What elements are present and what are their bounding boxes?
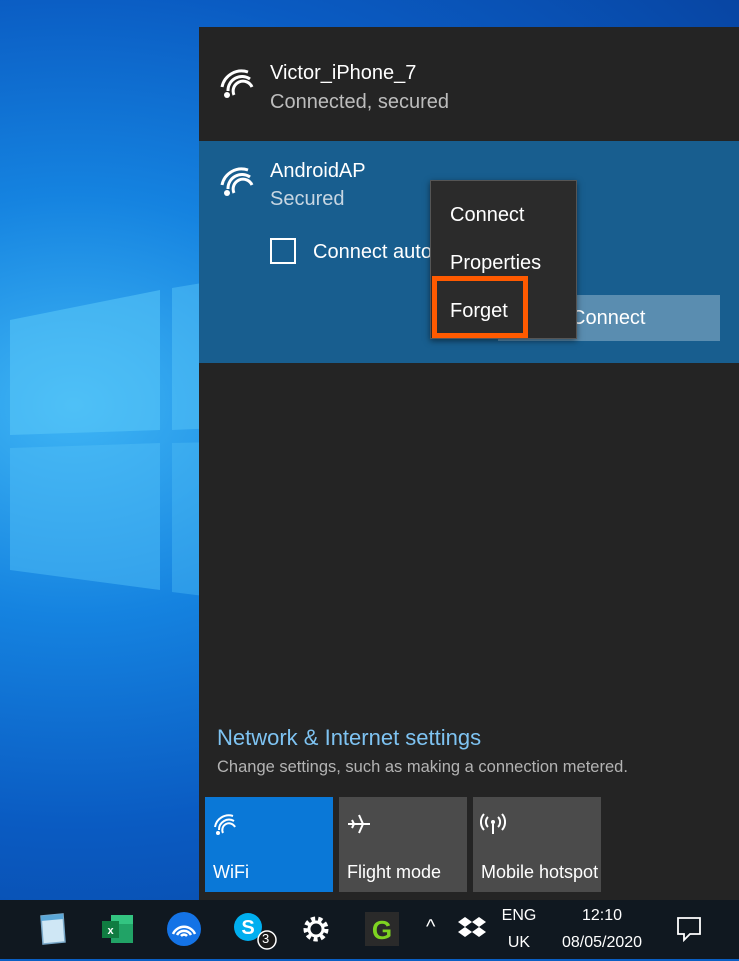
quick-action-label: WiFi — [213, 862, 249, 882]
network-internet-settings-link[interactable]: Network & Internet settings — [217, 725, 481, 751]
network-flyout: Victor_iPhone_7 Connected, secured Andro… — [199, 27, 739, 900]
action-center-icon[interactable] — [676, 916, 702, 943]
windows-logo-wallpaper — [10, 280, 220, 598]
quick-action-label: Flight mode — [347, 862, 442, 882]
greenshot-icon[interactable]: G — [363, 910, 401, 948]
connect-automatically-checkbox[interactable] — [270, 238, 296, 264]
menu-item-label: Connect — [450, 204, 525, 226]
quick-action-wifi[interactable]: WiFi — [205, 797, 333, 892]
wifi-signal-icon — [220, 167, 254, 196]
network-name: Victor_iPhone_7 — [270, 62, 417, 84]
settings-description: Change settings, such as making a connec… — [217, 758, 628, 776]
notepad-icon[interactable] — [33, 910, 71, 948]
excel-icon[interactable]: x — [99, 910, 137, 948]
network-status: Connected, secured — [270, 91, 450, 113]
skype-icon[interactable]: S 3 — [231, 910, 277, 950]
skype-badge: 3 — [262, 931, 270, 946]
quick-action-mobile-hotspot[interactable]: Mobile hotspot — [473, 797, 601, 892]
network-app-icon[interactable] — [165, 910, 203, 948]
svg-text:G: G — [372, 915, 392, 945]
settings-gear-icon[interactable] — [297, 910, 335, 948]
svg-text:x: x — [107, 925, 114, 937]
quick-action-flight-mode[interactable]: Flight mode — [339, 797, 467, 892]
region-indicator: UK — [507, 934, 531, 951]
airplane-icon — [348, 814, 370, 834]
taskbar: x S 3 G ^ ENG UK 12:10 08/05/2020 — [0, 900, 739, 959]
quick-action-label: Mobile hotspot — [481, 862, 599, 882]
chevron-up-icon[interactable]: ^ — [426, 916, 435, 939]
clock-date: 08/05/2020 — [561, 934, 643, 951]
connect-button-label: Connect — [571, 307, 646, 329]
wifi-icon — [214, 814, 236, 835]
language-indicator[interactable]: ENG — [499, 907, 539, 925]
network-item-victor-iphone[interactable]: Victor_iPhone_7 Connected, secured — [199, 27, 739, 141]
clock-time[interactable]: 12:10 — [555, 907, 649, 925]
menu-item-connect[interactable]: Connect — [431, 195, 576, 235]
svg-text:S: S — [241, 917, 254, 939]
forget-highlight-box — [432, 276, 528, 338]
hotspot-icon — [480, 813, 506, 834]
network-status: Secured — [270, 188, 345, 210]
wifi-signal-icon — [220, 69, 254, 98]
search-circle-icon[interactable] — [0, 912, 6, 946]
network-name: AndroidAP — [270, 160, 366, 182]
dropbox-icon[interactable] — [458, 914, 486, 942]
menu-item-label: Properties — [450, 252, 542, 274]
